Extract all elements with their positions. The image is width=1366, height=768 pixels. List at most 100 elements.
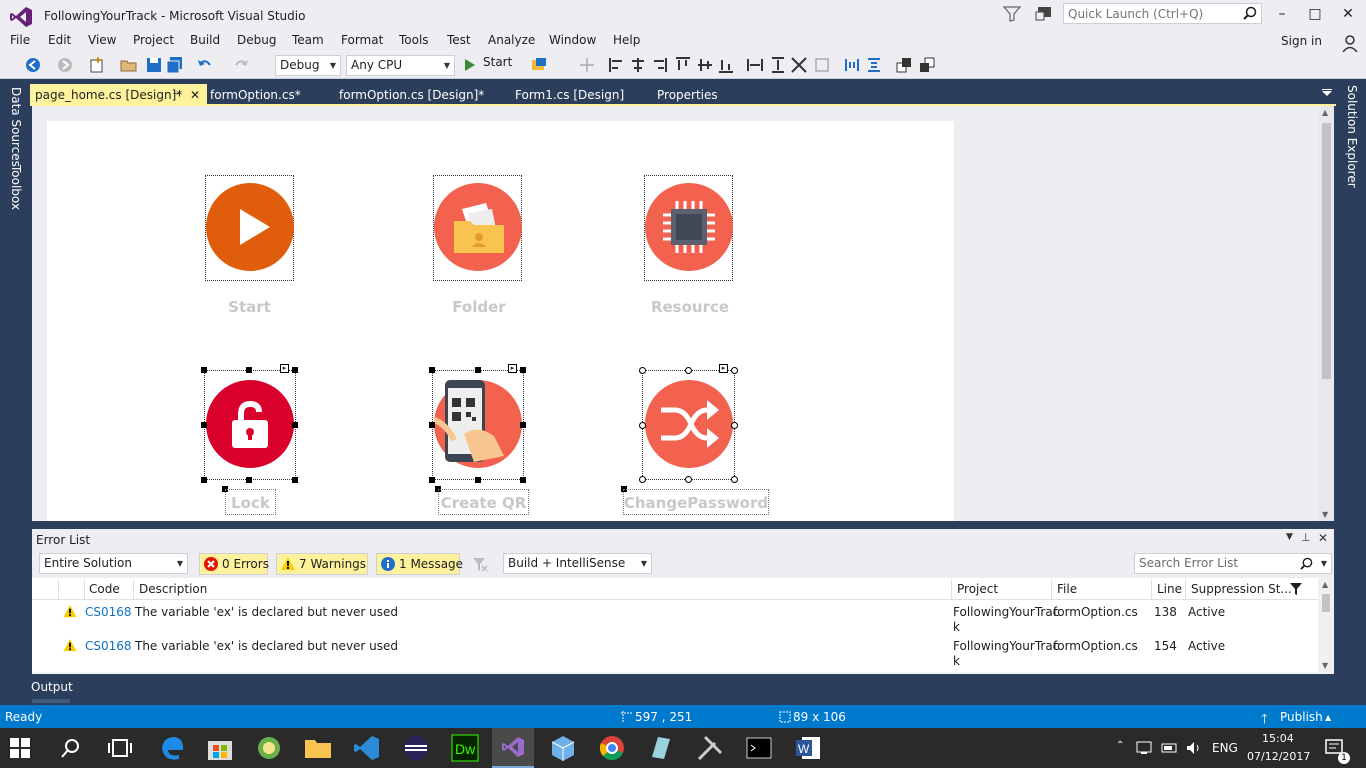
warnings-filter-button[interactable]: 7 Warnings <box>276 553 368 575</box>
menu-view[interactable]: View <box>88 33 116 47</box>
resize-handle[interactable] <box>520 367 526 373</box>
configuration-dropdown[interactable]: Debug ▼ <box>275 55 341 76</box>
tab-formoption-design[interactable]: formOption.cs [Design]* <box>334 84 484 106</box>
save-icon[interactable] <box>145 56 163 74</box>
resize-handle[interactable] <box>520 477 526 483</box>
network-icon[interactable] <box>1136 740 1154 756</box>
minimize-button[interactable]: – <box>1270 4 1294 24</box>
menu-tools[interactable]: Tools <box>399 33 429 47</box>
resize-handle[interactable] <box>520 422 526 428</box>
resize-handle[interactable] <box>201 477 207 483</box>
chevron-up-icon[interactable]: ⌃ <box>1116 740 1124 751</box>
resize-handle[interactable] <box>201 422 207 428</box>
store-icon[interactable] <box>205 733 235 763</box>
quick-launch-input[interactable] <box>1064 4 1234 23</box>
resize-handle[interactable] <box>246 367 252 373</box>
sign-in-link[interactable]: Sign in <box>1281 34 1322 48</box>
resize-handle[interactable] <box>475 477 481 483</box>
errors-filter-button[interactable]: 0 Errors <box>199 553 269 575</box>
menu-edit[interactable]: Edit <box>48 33 71 47</box>
align-tops-icon[interactable] <box>674 56 692 74</box>
resize-handle[interactable] <box>429 367 435 373</box>
file-explorer-icon[interactable] <box>303 733 333 763</box>
menu-analyze[interactable]: Analyze <box>488 33 535 47</box>
change-password-label[interactable]: ChangePassword <box>623 494 769 512</box>
word-icon[interactable]: W <box>793 733 823 763</box>
scroll-down-icon[interactable]: ▼ <box>1322 661 1328 670</box>
menu-format[interactable]: Format <box>341 33 383 47</box>
align-centers-icon[interactable] <box>629 56 647 74</box>
data-sources-tab[interactable]: Data Sources <box>9 87 23 167</box>
resize-handle[interactable] <box>292 477 298 483</box>
resize-handle[interactable] <box>475 367 481 373</box>
resize-handle[interactable] <box>639 422 646 429</box>
pin-icon[interactable]: ⊣ <box>172 84 181 106</box>
chip-icon[interactable] <box>645 183 733 271</box>
menu-debug[interactable]: Debug <box>237 33 276 47</box>
resize-handle[interactable] <box>685 476 692 483</box>
feedback-icon[interactable] <box>1035 5 1053 23</box>
chevron-up-icon[interactable]: ▲ <box>1325 713 1331 722</box>
resize-handle[interactable] <box>731 367 738 374</box>
align-middles-icon[interactable] <box>696 56 714 74</box>
search-icon[interactable] <box>60 737 82 759</box>
create-qr-label[interactable]: Create QR <box>438 494 529 512</box>
lock-icon[interactable] <box>206 380 294 468</box>
menu-test[interactable]: Test <box>447 33 471 47</box>
maximize-button[interactable]: □ <box>1303 4 1327 24</box>
size-to-grid-icon[interactable] <box>813 56 831 74</box>
lock-label[interactable]: Lock <box>225 494 276 512</box>
toolbox-tab[interactable]: Toolbox <box>9 165 23 210</box>
error-code-link[interactable]: CS0168 <box>85 605 132 619</box>
align-rights-icon[interactable] <box>650 56 668 74</box>
make-same-width-icon[interactable] <box>746 56 764 74</box>
shuffle-icon[interactable] <box>645 380 733 468</box>
tab-page-home-design[interactable]: page_home.cs [Design]* ⊣ ✕ <box>30 84 207 106</box>
tab-formoption-cs[interactable]: formOption.cs* <box>205 84 301 106</box>
vs-code-icon[interactable] <box>352 733 382 763</box>
close-panel-icon[interactable]: ✕ <box>1318 531 1328 545</box>
close-tab-icon[interactable]: ✕ <box>190 84 200 106</box>
search-error-list-input[interactable]: Search Error List ▼ <box>1134 553 1332 574</box>
resize-handle[interactable] <box>731 476 738 483</box>
start-label[interactable]: Start <box>205 298 294 316</box>
navigate-forward-icon[interactable] <box>56 56 74 74</box>
make-same-height-icon[interactable] <box>769 56 787 74</box>
column-header-code[interactable]: Code <box>89 582 120 596</box>
scope-dropdown[interactable]: Entire Solution ▼ <box>39 553 188 574</box>
output-tab[interactable]: Output <box>31 680 73 694</box>
resize-handle[interactable] <box>292 422 298 428</box>
open-file-icon[interactable] <box>120 56 138 74</box>
tools-icon[interactable] <box>695 733 725 763</box>
redo-icon[interactable] <box>232 56 250 74</box>
resize-handle[interactable] <box>246 477 252 483</box>
error-list-scrollbar[interactable]: ▲ ▼ <box>1318 578 1334 672</box>
app-globe-icon[interactable] <box>254 733 284 763</box>
scroll-up-icon[interactable]: ▲ <box>1322 108 1328 117</box>
auto-hide-pin-icon[interactable]: ⊥ <box>1301 531 1311 544</box>
resize-handle[interactable] <box>429 422 435 428</box>
tab-overflow-dropdown-icon[interactable] <box>1322 89 1332 97</box>
notifications-filter-icon[interactable] <box>1003 6 1021 22</box>
clock-date[interactable]: 07/12/2017 <box>1247 750 1310 763</box>
resize-handle[interactable] <box>201 367 207 373</box>
command-prompt-icon[interactable] <box>744 733 774 763</box>
table-row[interactable]: CS0168 The variable 'ex' is declared but… <box>32 634 1318 672</box>
menu-project[interactable]: Project <box>133 33 174 47</box>
visual-studio-taskbar-button[interactable] <box>492 728 534 768</box>
menu-help[interactable]: Help <box>613 33 640 47</box>
new-project-icon[interactable] <box>88 56 106 74</box>
platform-dropdown[interactable]: Any CPU ▼ <box>346 55 455 76</box>
folder-label[interactable]: Folder <box>433 298 525 316</box>
navigate-back-icon[interactable] <box>24 56 42 74</box>
resize-handle[interactable] <box>731 422 738 429</box>
menu-team[interactable]: Team <box>292 33 324 47</box>
start-debugging-button[interactable]: Start <box>483 55 512 69</box>
solution-explorer-tab[interactable]: Solution Explorer <box>1345 85 1359 188</box>
align-bottoms-icon[interactable] <box>717 56 735 74</box>
smart-tag-icon[interactable]: ▸ <box>508 364 517 373</box>
eclipse-icon[interactable] <box>401 733 431 763</box>
resize-handle[interactable] <box>429 477 435 483</box>
qr-phone-icon[interactable] <box>432 380 522 468</box>
browser-link-icon[interactable] <box>530 56 548 74</box>
